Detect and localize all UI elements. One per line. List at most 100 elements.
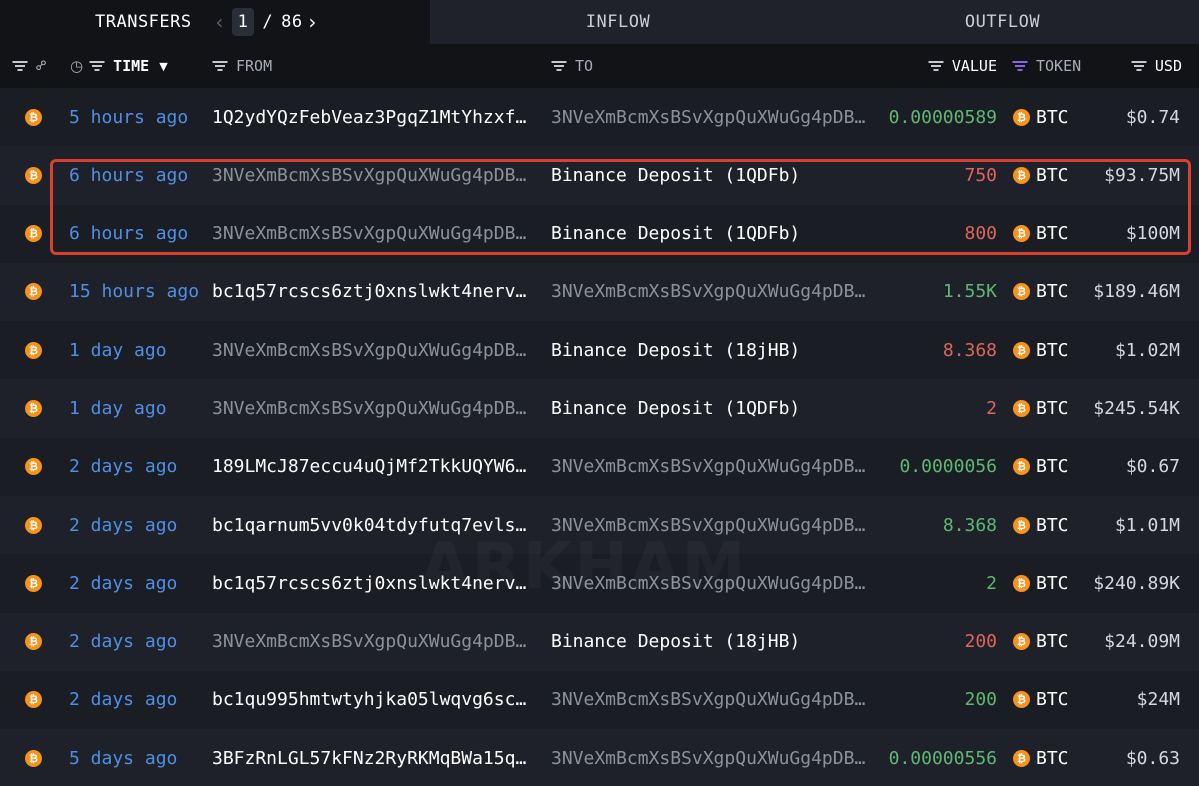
to-cell[interactable]: Binance Deposit (18jHB)	[551, 321, 869, 379]
token-symbol[interactable]: BTC	[1036, 573, 1069, 594]
token-symbol[interactable]: BTC	[1036, 165, 1069, 186]
to-cell[interactable]: Binance Deposit (1QDFb)	[551, 205, 869, 263]
from-address[interactable]: 189LMcJ87eccu4uQjMf2TkkUQYW6U…	[212, 456, 530, 477]
header-chain-filter[interactable]: ⚯	[12, 44, 54, 88]
time-link[interactable]: 1 day ago	[69, 398, 167, 419]
to-cell[interactable]: 3NVeXmBcmXsBSvXgpQuXWuGg4pDBD…	[551, 438, 869, 496]
from-address[interactable]: 1Q2ydYQzFebVeaz3PgqZ1MtYhzxfU…	[212, 107, 530, 128]
table-row[interactable]: ₿ 5 days ago 3BFzRnLGL57kFNz2RyRKMqBWa15qA…	[0, 729, 1199, 786]
tab-transfers[interactable]: TRANSFERS ‹ 1 / 86 ›	[0, 0, 430, 44]
time-link[interactable]: 6 hours ago	[69, 165, 188, 186]
time-link[interactable]: 2 days ago	[69, 573, 177, 594]
tab-outflow[interactable]: OUTFLOW	[806, 0, 1199, 44]
from-cell[interactable]: 3BFzRnLGL57kFNz2RyRKMqBWa15qA…	[212, 729, 530, 786]
to-cell[interactable]: Binance Deposit (18jHB)	[551, 613, 869, 671]
from-cell[interactable]: bc1qu995hmtwtyhjka05lwqvg6sck…	[212, 671, 530, 729]
token-symbol[interactable]: BTC	[1036, 281, 1069, 302]
to-cell[interactable]: Binance Deposit (1QDFb)	[551, 379, 869, 437]
to-address[interactable]: 3NVeXmBcmXsBSvXgpQuXWuGg4pDBD…	[551, 456, 869, 477]
to-address[interactable]: Binance Deposit (18jHB)	[551, 340, 869, 361]
time-cell[interactable]: 1 day ago	[69, 321, 204, 379]
token-cell[interactable]: ₿ BTC	[1013, 146, 1088, 204]
to-cell[interactable]: 3NVeXmBcmXsBSvXgpQuXWuGg4pDBD…	[551, 729, 869, 786]
from-address[interactable]: 3NVeXmBcmXsBSvXgpQuXWuGg4pDBD…	[212, 223, 530, 244]
time-cell[interactable]: 2 days ago	[69, 554, 204, 612]
from-address[interactable]: bc1qarnum5vv0k04tdyfutq7evls7…	[212, 515, 530, 536]
token-symbol[interactable]: BTC	[1036, 631, 1069, 652]
from-address[interactable]: 3NVeXmBcmXsBSvXgpQuXWuGg4pDBD…	[212, 165, 530, 186]
token-symbol[interactable]: BTC	[1036, 340, 1069, 361]
time-filter-icon[interactable]	[89, 61, 105, 71]
time-link[interactable]: 5 hours ago	[69, 107, 188, 128]
time-cell[interactable]: 5 hours ago	[69, 88, 204, 146]
from-cell[interactable]: 3NVeXmBcmXsBSvXgpQuXWuGg4pDBD…	[212, 379, 530, 437]
from-address[interactable]: bc1q57rcscs6ztj0xnslwkt4nervx…	[212, 573, 530, 594]
from-cell[interactable]: bc1qarnum5vv0k04tdyfutq7evls7…	[212, 496, 530, 554]
time-cell[interactable]: 6 hours ago	[69, 205, 204, 263]
time-link[interactable]: 2 days ago	[69, 631, 177, 652]
table-row[interactable]: ₿ 1 day ago 3NVeXmBcmXsBSvXgpQuXWuGg4pDBD……	[0, 379, 1199, 438]
token-cell[interactable]: ₿ BTC	[1013, 729, 1088, 786]
table-row[interactable]: ₿ 2 days ago 3NVeXmBcmXsBSvXgpQuXWuGg4pDBD…	[0, 612, 1199, 671]
time-link[interactable]: 2 days ago	[69, 689, 177, 710]
token-cell[interactable]: ₿ BTC	[1013, 263, 1088, 321]
token-symbol[interactable]: BTC	[1036, 107, 1069, 128]
to-address[interactable]: Binance Deposit (1QDFb)	[551, 398, 869, 419]
token-filter-icon[interactable]	[1012, 61, 1028, 71]
time-link[interactable]: 2 days ago	[69, 515, 177, 536]
value-filter-icon[interactable]	[928, 61, 944, 71]
token-symbol[interactable]: BTC	[1036, 223, 1069, 244]
token-cell[interactable]: ₿ BTC	[1013, 554, 1088, 612]
token-cell[interactable]: ₿ BTC	[1013, 88, 1088, 146]
clock-icon[interactable]: ◷	[70, 57, 83, 75]
token-cell[interactable]: ₿ BTC	[1013, 671, 1088, 729]
token-symbol[interactable]: BTC	[1036, 689, 1069, 710]
token-symbol[interactable]: BTC	[1036, 398, 1069, 419]
from-cell[interactable]: bc1q57rcscs6ztj0xnslwkt4nervx…	[212, 263, 530, 321]
from-cell[interactable]: 1Q2ydYQzFebVeaz3PgqZ1MtYhzxfU…	[212, 88, 530, 146]
to-cell[interactable]: 3NVeXmBcmXsBSvXgpQuXWuGg4pDBD…	[551, 88, 869, 146]
table-row[interactable]: ₿ 6 hours ago 3NVeXmBcmXsBSvXgpQuXWuGg4pDB…	[0, 204, 1199, 263]
to-address[interactable]: 3NVeXmBcmXsBSvXgpQuXWuGg4pDBD…	[551, 281, 869, 302]
to-cell[interactable]: Binance Deposit (1QDFb)	[551, 146, 869, 204]
tab-inflow[interactable]: INFLOW	[430, 0, 806, 44]
time-link[interactable]: 6 hours ago	[69, 223, 188, 244]
time-cell[interactable]: 1 day ago	[69, 379, 204, 437]
table-row[interactable]: ₿ 2 days ago bc1qu995hmtwtyhjka05lwqvg6sck…	[0, 670, 1199, 730]
header-value[interactable]: VALUE	[880, 44, 997, 88]
token-symbol[interactable]: BTC	[1036, 515, 1069, 536]
token-cell[interactable]: ₿ BTC	[1013, 205, 1088, 263]
from-cell[interactable]: 3NVeXmBcmXsBSvXgpQuXWuGg4pDBD…	[212, 146, 530, 204]
to-cell[interactable]: 3NVeXmBcmXsBSvXgpQuXWuGg4pDBD…	[551, 671, 869, 729]
time-link[interactable]: 5 days ago	[69, 748, 177, 769]
current-page-input[interactable]: 1	[231, 8, 255, 36]
time-link[interactable]: 2 days ago	[69, 456, 177, 477]
from-cell[interactable]: 3NVeXmBcmXsBSvXgpQuXWuGg4pDBD…	[212, 321, 530, 379]
caret-down-icon[interactable]: ▼	[159, 60, 167, 73]
header-token[interactable]: TOKEN	[1012, 44, 1081, 88]
to-cell[interactable]: 3NVeXmBcmXsBSvXgpQuXWuGg4pDBD…	[551, 496, 869, 554]
to-address[interactable]: 3NVeXmBcmXsBSvXgpQuXWuGg4pDBD…	[551, 573, 869, 594]
from-filter-icon[interactable]	[212, 61, 228, 71]
table-row[interactable]: ₿ 5 hours ago 1Q2ydYQzFebVeaz3PgqZ1MtYhzxf…	[0, 88, 1199, 147]
table-row[interactable]: ₿ 1 day ago 3NVeXmBcmXsBSvXgpQuXWuGg4pDBD……	[0, 321, 1199, 380]
to-address[interactable]: Binance Deposit (1QDFb)	[551, 223, 869, 244]
time-link[interactable]: 1 day ago	[69, 340, 167, 361]
table-row[interactable]: ₿ 15 hours ago bc1q57rcscs6ztj0xnslwkt4ner…	[0, 262, 1199, 322]
header-from[interactable]: FROM	[212, 44, 272, 88]
from-address[interactable]: 3BFzRnLGL57kFNz2RyRKMqBWa15qA…	[212, 748, 530, 769]
table-row[interactable]: ₿ 6 hours ago 3NVeXmBcmXsBSvXgpQuXWuGg4pDB…	[0, 146, 1199, 205]
to-address[interactable]: 3NVeXmBcmXsBSvXgpQuXWuGg4pDBD…	[551, 689, 869, 710]
time-cell[interactable]: 2 days ago	[69, 438, 204, 496]
to-cell[interactable]: 3NVeXmBcmXsBSvXgpQuXWuGg4pDBD…	[551, 554, 869, 612]
to-address[interactable]: 3NVeXmBcmXsBSvXgpQuXWuGg4pDBD…	[551, 748, 869, 769]
filter-icon[interactable]	[12, 61, 28, 71]
time-cell[interactable]: 2 days ago	[69, 671, 204, 729]
to-filter-icon[interactable]	[551, 61, 567, 71]
link-icon[interactable]: ⚯	[32, 56, 52, 76]
time-link[interactable]: 15 hours ago	[69, 281, 199, 302]
time-cell[interactable]: 15 hours ago	[69, 263, 204, 321]
header-time[interactable]: ◷ TIME ▼	[70, 44, 174, 88]
usd-filter-icon[interactable]	[1131, 61, 1147, 71]
table-row[interactable]: ₿ 2 days ago 189LMcJ87eccu4uQjMf2TkkUQYW6U…	[0, 437, 1199, 497]
